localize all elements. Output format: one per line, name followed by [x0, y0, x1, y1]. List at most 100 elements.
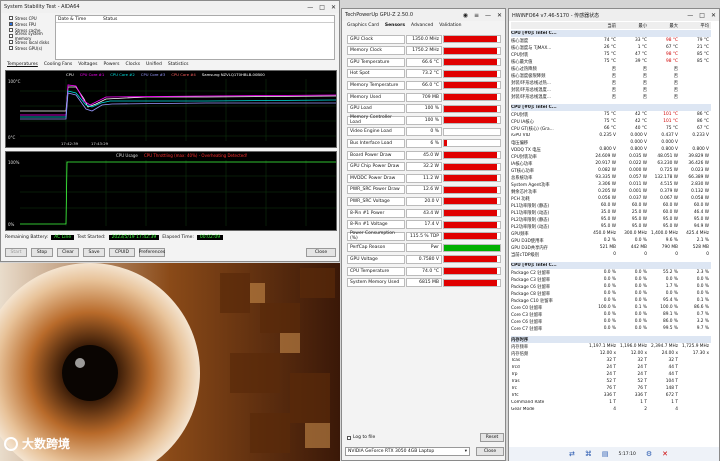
- sensor-row[interactable]: 总系统功率 93.335 W 0.057 W 132.178 W 66.389 W: [511, 174, 711, 181]
- sensor-label[interactable]: PWR_SRC Power Draw: [347, 185, 405, 195]
- checkbox[interactable]: [9, 16, 13, 20]
- sensor-row[interactable]: VDDQ TX 电压 0.800 V 0.800 V 0.800 V 0.800 V: [511, 146, 711, 153]
- sensor-label[interactable]: Hot Spot: [347, 69, 405, 79]
- sensor-row[interactable]: Package C8 驻留率 0.0 % 0.0 % 0.0 % 0.0 %: [511, 290, 711, 297]
- sensor-row[interactable]: GPU频率 450.0 MHz 300.0 MHz 1,400.0 MHz 425.4 …: [511, 230, 711, 237]
- sensor-row[interactable]: CPU GT(核心) (Gra... 66 °C 40 °C 75 °C 67 °C: [511, 125, 711, 132]
- save-button[interactable]: Save: [83, 248, 105, 257]
- close-icon[interactable]: ✕: [331, 4, 336, 11]
- sensor-row[interactable]: 核心温度 74 °C 33 °C 98 °C 79 °C: [511, 37, 711, 44]
- sensor-row[interactable]: 核心温度极限降频 否 否 否: [511, 72, 711, 79]
- clear-button[interactable]: Clear: [57, 248, 79, 257]
- sensor-row[interactable]: System Agent功率 3.306 W 0.011 W 4.515 W 2.830…: [511, 181, 711, 188]
- reset-button[interactable]: Reset: [480, 433, 504, 442]
- stress-check[interactable]: Stress local disks: [9, 39, 54, 45]
- tab[interactable]: Advanced: [411, 23, 433, 28]
- chart-icon[interactable]: ▤: [602, 450, 609, 458]
- sensor-group[interactable]: CPU [#0]: Intel C...: [511, 104, 711, 111]
- sensor-label[interactable]: 8-Pin #1 Power: [347, 208, 405, 218]
- checkbox[interactable]: [9, 34, 13, 38]
- tab[interactable]: Validation: [439, 23, 461, 28]
- tab[interactable]: Cooling Fans: [44, 62, 72, 67]
- sensor-label[interactable]: GPU Temperature: [347, 57, 405, 67]
- sensor-row[interactable]: Gear Mode 4 2 4: [511, 406, 711, 413]
- sensor-row[interactable]: Package C10 驻留率 0.0 % 0.0 % 95.4 % 0.1 %: [511, 297, 711, 304]
- sensor-label[interactable]: Bus Interface Load: [347, 138, 405, 148]
- checkbox[interactable]: [9, 46, 13, 50]
- sensor-group[interactable]: 内存时序: [511, 336, 711, 343]
- sensor-label[interactable]: GPU Chip Power Draw: [347, 162, 405, 172]
- checkbox[interactable]: [9, 40, 13, 44]
- close-icon[interactable]: ✕: [711, 12, 716, 19]
- sensor-row[interactable]: 当前cTDP级别 0 0 0 0: [511, 251, 711, 258]
- sensor-label[interactable]: Memory Clock: [347, 46, 405, 56]
- sensor-label[interactable]: Memory Temperature: [347, 80, 405, 90]
- sensor-row[interactable]: 核心过热降频 否 否 否: [511, 65, 711, 72]
- sensor-row[interactable]: GPU D3D使用率 0.2 % 0.0 % 9.6 % 2.1 %: [511, 237, 711, 244]
- tab[interactable]: Clocks: [125, 62, 140, 67]
- checkbox[interactable]: [9, 22, 13, 26]
- sensor-label[interactable]: PerfCap Reason: [347, 243, 405, 253]
- sensor-row[interactable]: Trfc 336 T 336 T 672 T: [511, 392, 711, 399]
- tab[interactable]: Powers: [104, 62, 120, 67]
- sensor-label[interactable]: 8-Pin #1 Voltage: [347, 220, 405, 230]
- sensor-label[interactable]: MVDDC Power Draw: [347, 173, 405, 183]
- sensor-row[interactable]: CPU封装 75 °C 47 °C 98 °C 85 °C: [511, 51, 711, 58]
- tab[interactable]: Graphics Card: [347, 23, 379, 28]
- sensor-label[interactable]: GPU Voltage: [347, 254, 405, 264]
- sensor-row[interactable]: Core C7 驻留率 0.0 % 0.0 % 99.5 % 9.7 %: [511, 325, 711, 332]
- start-button[interactable]: Start: [5, 248, 27, 257]
- sensor-row[interactable]: 内存频率 1,197.1 MHz 1,196.0 MHz 2,394.7 MHz 1,7…: [511, 343, 711, 350]
- sensor-row[interactable]: 核心温度与 TjMAX... 26 °C 1 °C 67 °C 21 °C: [511, 44, 711, 51]
- sensor-row[interactable]: iGPU VID 0.235 V 0.000 V 0.437 V 0.233 V: [511, 132, 711, 139]
- sensor-row[interactable]: Trcd 24 T 24 T 44 T: [511, 364, 711, 371]
- sensor-label[interactable]: CPU Temperature: [347, 266, 405, 276]
- sensor-row[interactable]: Core C3 驻留率 0.0 % 0.0 % 89.1 % 0.7 %: [511, 311, 711, 318]
- sensor-row[interactable]: 封装/环形总线过热... 否 否 否: [511, 79, 711, 86]
- tab[interactable]: Sensors: [385, 23, 405, 28]
- sensor-row[interactable]: Core C0 驻留率 100.0 % 0.1 % 100.0 % 86.6 %: [511, 304, 711, 311]
- settings-icon[interactable]: ⚙: [646, 450, 652, 458]
- gpu-select[interactable]: NVIDIA GeForce RTX 3050 4GB Laptop ▾: [345, 447, 470, 456]
- sensor-row[interactable]: CPU封装 75 °C 42 °C 101 °C 86 °C: [511, 111, 711, 118]
- network-icon[interactable]: ⌘: [585, 450, 592, 458]
- sensor-row[interactable]: 剩余芯片功率 0.205 W 0.001 W 0.379 W 0.132 W: [511, 188, 711, 195]
- sensor-row[interactable]: Trp 24 T 24 T 44 T: [511, 371, 711, 378]
- sensor-row[interactable]: PL1功率限制 (动态) 35.0 W 25.0 W 60.0 W 46.4 W: [511, 209, 711, 216]
- sensor-row[interactable]: CPU封装功率 24.609 W 0.035 W 48.051 W 39.829 W: [511, 153, 711, 160]
- stress-check[interactable]: Stress system memory: [9, 31, 54, 41]
- close-icon[interactable]: ✕: [662, 450, 668, 458]
- minimize-icon[interactable]: —: [485, 12, 491, 19]
- arrows-icon[interactable]: ⇄: [569, 450, 575, 458]
- sensor-row[interactable]: Trc 76 T 76 T 148 T: [511, 385, 711, 392]
- sensor-row[interactable]: Command Rate 1 T 1 T 1 T: [511, 399, 711, 406]
- log-checkbox[interactable]: [347, 435, 351, 440]
- maximize-icon[interactable]: □: [319, 4, 325, 11]
- stop-button[interactable]: Stop: [31, 248, 53, 257]
- menu-icon[interactable]: ≡: [474, 12, 479, 19]
- sensor-row[interactable]: GPU D3D共享内存 521 MB 442 MB 790 MB 528 MB: [511, 244, 711, 251]
- sensor-row[interactable]: Package C2 驻留率 0.0 % 0.0 % 55.2 % 2.3 %: [511, 269, 711, 276]
- sensor-row[interactable]: GT核心功率 0.082 W 0.000 W 0.725 W 0.023 W: [511, 167, 711, 174]
- sensor-row[interactable]: 核心最大值 75 °C 39 °C 98 °C 85 °C: [511, 58, 711, 65]
- sensor-label[interactable]: PWR_SRC Voltage: [347, 196, 405, 206]
- aida-close-button[interactable]: Close: [306, 248, 336, 257]
- camera-icon[interactable]: ◉: [463, 12, 468, 19]
- sensor-row[interactable]: 封装/环形总线温度... 否 否 否: [511, 86, 711, 93]
- sensor-label[interactable]: System Memory Used: [347, 278, 405, 288]
- tab[interactable]: Temperatures: [7, 62, 38, 67]
- sensor-row[interactable]: 封装/环形总线温度... 否 否 否: [511, 93, 711, 100]
- sensor-label[interactable]: Video Engine Load: [347, 127, 405, 137]
- sensor-row[interactable]: IA核心功率 20.917 W 0.022 W 63.230 W 36.426 W: [511, 160, 711, 167]
- sensor-label[interactable]: Memory Used: [347, 92, 405, 102]
- sensor-row[interactable]: Tras 52 T 52 T 104 T: [511, 378, 711, 385]
- tab[interactable]: Voltages: [78, 62, 97, 67]
- gpuz-close-button[interactable]: Close: [476, 447, 504, 456]
- minimize-icon[interactable]: —: [307, 4, 313, 11]
- sensor-row[interactable]: Tcas 32 T 32 T 32 T: [511, 357, 711, 364]
- cpuid-button[interactable]: CPUID: [109, 248, 135, 257]
- sensor-group[interactable]: CPU [#0]: Intel C...: [511, 262, 711, 269]
- sensor-row[interactable]: 电压偏移 0.000 V 0.000 V: [511, 139, 711, 146]
- sensor-row[interactable]: CPU IA核心 75 °C 42 °C 101 °C 86 °C: [511, 118, 711, 125]
- sensor-row[interactable]: Package C3 驻留率 0.0 % 0.0 % 0.0 % 0.0 %: [511, 276, 711, 283]
